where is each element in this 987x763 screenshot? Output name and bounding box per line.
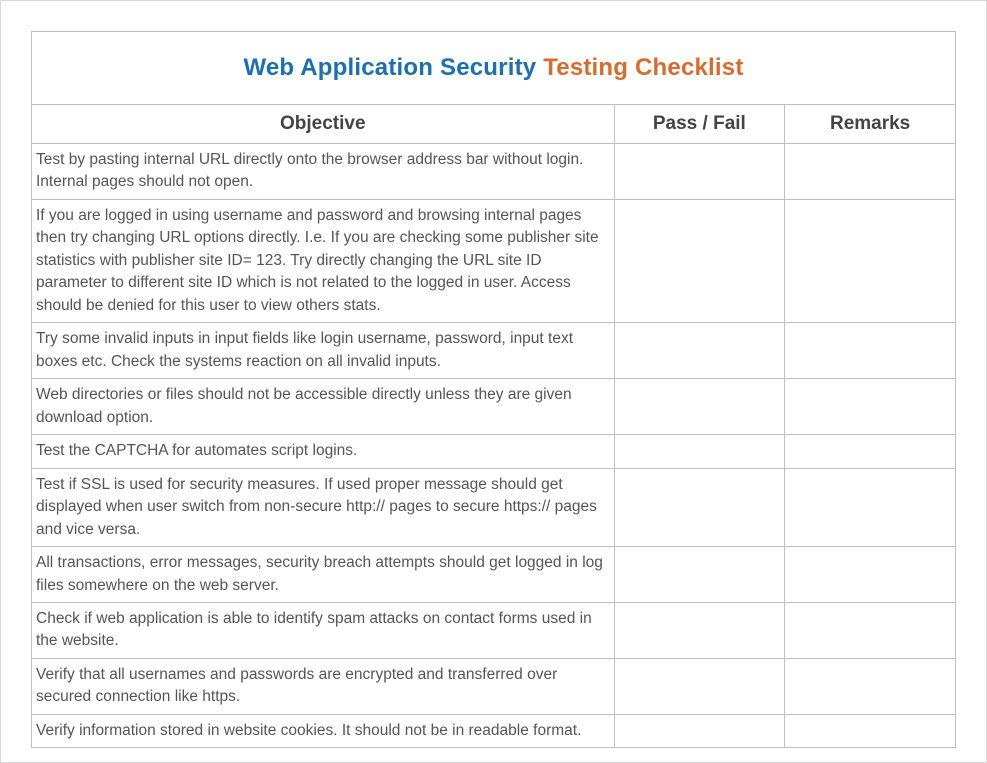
remarks-cell (785, 144, 956, 200)
remarks-cell (785, 658, 956, 714)
remarks-cell (785, 602, 956, 658)
objective-cell: If you are logged in using username and … (32, 199, 615, 322)
header-passfail: Pass / Fail (614, 105, 785, 144)
header-remarks: Remarks (785, 105, 956, 144)
passfail-cell (614, 714, 785, 747)
table-row: Test if SSL is used for security measure… (32, 468, 956, 546)
passfail-cell (614, 547, 785, 603)
table-row: Try some invalid inputs in input fields … (32, 323, 956, 379)
objective-cell: Verify information stored in website coo… (32, 714, 615, 747)
table-row: All transactions, error messages, securi… (32, 547, 956, 603)
objective-cell: Verify that all usernames and passwords … (32, 658, 615, 714)
passfail-cell (614, 658, 785, 714)
title-part-1: Web Application Security (243, 54, 543, 81)
passfail-cell (614, 602, 785, 658)
remarks-cell (785, 468, 956, 546)
remarks-cell (785, 547, 956, 603)
table-row: Web directories or files should not be a… (32, 379, 956, 435)
remarks-cell (785, 199, 956, 322)
objective-cell: Try some invalid inputs in input fields … (32, 323, 615, 379)
passfail-cell (614, 323, 785, 379)
title-row: Web Application Security Testing Checkli… (32, 32, 956, 105)
objective-cell: Test the CAPTCHA for automates script lo… (32, 435, 615, 468)
table-row: Check if web application is able to iden… (32, 602, 956, 658)
table-row: Verify that all usernames and passwords … (32, 658, 956, 714)
table-row: If you are logged in using username and … (32, 199, 956, 322)
passfail-cell (614, 468, 785, 546)
passfail-cell (614, 144, 785, 200)
header-row: Objective Pass / Fail Remarks (32, 105, 956, 144)
objective-cell: Test if SSL is used for security measure… (32, 468, 615, 546)
table-row: Test by pasting internal URL directly on… (32, 144, 956, 200)
objective-cell: Test by pasting internal URL directly on… (32, 144, 615, 200)
objective-cell: Check if web application is able to iden… (32, 602, 615, 658)
passfail-cell (614, 435, 785, 468)
remarks-cell (785, 714, 956, 747)
remarks-cell (785, 379, 956, 435)
passfail-cell (614, 379, 785, 435)
table-row: Verify information stored in website coo… (32, 714, 956, 747)
header-objective: Objective (32, 105, 615, 144)
checklist-table: Web Application Security Testing Checkli… (31, 31, 956, 748)
document-frame: Web Application Security Testing Checkli… (0, 0, 987, 763)
remarks-cell (785, 435, 956, 468)
table-row: Test the CAPTCHA for automates script lo… (32, 435, 956, 468)
remarks-cell (785, 323, 956, 379)
passfail-cell (614, 199, 785, 322)
objective-cell: Web directories or files should not be a… (32, 379, 615, 435)
objective-cell: All transactions, error messages, securi… (32, 547, 615, 603)
title-part-2: Testing Checklist (543, 54, 743, 81)
document-title: Web Application Security Testing Checkli… (32, 32, 956, 105)
